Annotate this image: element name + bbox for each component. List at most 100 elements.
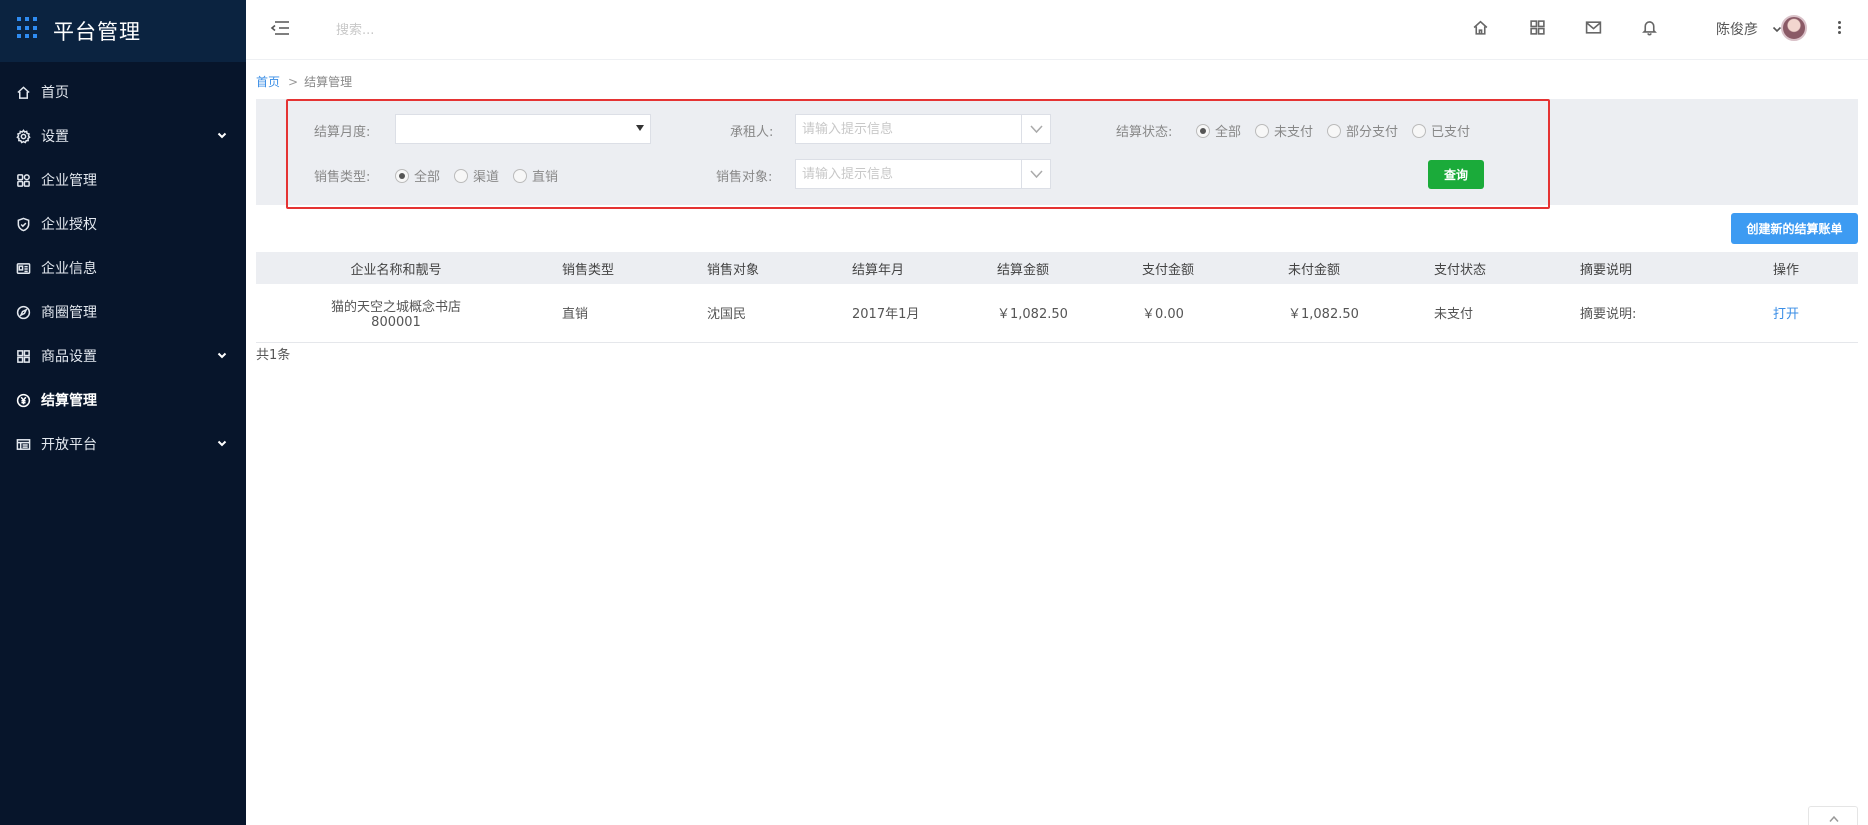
query-button[interactable]: 查询 [1428, 160, 1484, 189]
sidebar-item-label: 商品设置 [41, 349, 97, 365]
app-title: 平台管理 [53, 20, 141, 44]
status-radio-all[interactable]: 全部 [1196, 121, 1241, 140]
chevron-down-icon [1030, 170, 1043, 179]
bell-icon[interactable] [1641, 19, 1659, 37]
sidebar-menu: 首页 设置 企业管理 企业授权 企业信息 商圈管理 商品设置 结算管理 开放平台 [0, 62, 246, 466]
sidebar-item-settlement-management[interactable]: 结算管理 [0, 378, 246, 422]
sale-type-radio-group: 全部 渠道 直销 [395, 166, 572, 185]
radio-dot [513, 168, 528, 183]
sidebar-item-label: 商圈管理 [41, 305, 97, 321]
column-header: 未付金额 [1288, 262, 1341, 278]
chevron-down-icon [216, 437, 228, 449]
radio-label: 已支付 [1431, 125, 1471, 140]
status-radio-unpaid[interactable]: 未支付 [1255, 121, 1313, 140]
tenant-label: 承租人: [730, 125, 774, 140]
id-card-icon [14, 259, 32, 277]
sidebar-item-open-platform[interactable]: 开放平台 [0, 422, 246, 466]
open-link[interactable]: 打开 [1773, 307, 1799, 322]
apps-grid-logo-icon [17, 17, 39, 39]
column-header: 操作 [1772, 262, 1799, 278]
chevron-down-icon [1030, 125, 1043, 134]
avatar[interactable] [1781, 15, 1807, 41]
settle-status-radio-group: 全部 未支付 部分支付 已支付 [1196, 121, 1484, 140]
sidebar-item-label: 企业信息 [41, 261, 97, 277]
chevron-down-icon [216, 129, 228, 141]
chevron-down-icon [216, 349, 228, 361]
app-root: 平台管理 首页 设置 企业管理 企业授权 企业信息 商圈管理 商品设置 结算管理… [0, 0, 1868, 825]
sidebar-item-product-settings[interactable]: 商品设置 [0, 334, 246, 378]
sidebar-item-enterprise-management[interactable]: 企业管理 [0, 158, 246, 202]
back-to-top-button[interactable] [1808, 806, 1858, 825]
settlement-table-wrap: 企业名称和靓号 销售类型 销售对象 结算年月 结算金额 支付金额 未付金额 支付… [256, 252, 1858, 343]
sale-type-radio-all[interactable]: 全部 [395, 166, 440, 185]
compass-icon [14, 303, 32, 321]
create-settlement-bill-button[interactable]: 创建新的结算账单 [1731, 213, 1858, 244]
sidebar-item-business-district[interactable]: 商圈管理 [0, 290, 246, 334]
brand[interactable]: 平台管理 [0, 0, 246, 62]
sale-target-dropdown-button[interactable] [1021, 160, 1050, 188]
sidebar: 平台管理 首页 设置 企业管理 企业授权 企业信息 商圈管理 商品设置 结算管理… [0, 0, 246, 825]
column-header: 结算年月 [852, 262, 905, 278]
sidebar-item-label: 企业管理 [41, 173, 97, 189]
column-header: 支付状态 [1434, 262, 1487, 278]
breadcrumb-current: 结算管理 [304, 75, 353, 89]
status-radio-paid[interactable]: 已支付 [1412, 121, 1470, 140]
radio-label: 未支付 [1274, 125, 1314, 140]
sale-target-label: 销售对象: [716, 170, 773, 185]
radio-label: 直销 [532, 170, 559, 185]
sidebar-item-settings[interactable]: 设置 [0, 114, 246, 158]
table-header-row: 企业名称和靓号 销售类型 销售对象 结算年月 结算金额 支付金额 未付金额 支付… [256, 252, 1858, 284]
radio-dot [1412, 123, 1427, 138]
radio-dot [1255, 123, 1270, 138]
unpaid-amount-cell: ￥1,082.50 [1288, 307, 1359, 323]
radio-label: 全部 [414, 170, 441, 185]
company-name: 猫的天空之城概念书店 [330, 299, 461, 315]
top-header: 陈俊彦 [246, 0, 1868, 60]
mail-icon[interactable] [1585, 19, 1603, 37]
radio-dot [395, 168, 409, 183]
sidebar-item-label: 设置 [41, 129, 69, 145]
column-header: 销售类型 [562, 262, 615, 278]
sidebar-item-label: 结算管理 [41, 393, 97, 409]
breadcrumb-home-link[interactable]: 首页 [256, 75, 280, 89]
pay-status-cell: 未支付 [1434, 307, 1474, 323]
sale-type-radio-channel[interactable]: 渠道 [454, 166, 499, 185]
sidebar-item-enterprise-info[interactable]: 企业信息 [0, 246, 246, 290]
search-input[interactable] [336, 18, 636, 42]
sidebar-item-label: 开放平台 [41, 437, 97, 453]
sale-type-radio-direct[interactable]: 直销 [513, 166, 558, 185]
total-count: 共1条 [256, 348, 291, 363]
home-icon [14, 83, 32, 101]
settle-month-cell: 2017年1月 [852, 307, 920, 323]
paid-amount-cell: ￥0.00 [1142, 307, 1184, 323]
column-header: 销售对象 [707, 262, 760, 278]
radio-label: 部分支付 [1346, 125, 1399, 140]
tenant-input[interactable] [796, 115, 1022, 143]
table-row: 猫的天空之城概念书店 800001 直销 沈国民 2017年1月 ￥1,082.… [256, 284, 1858, 342]
grid-icon [14, 347, 32, 365]
list-icon [14, 435, 32, 453]
user-name[interactable]: 陈俊彦 [1716, 19, 1758, 39]
sale-target-input[interactable] [796, 160, 1022, 188]
more-vertical-icon[interactable] [1836, 19, 1842, 37]
settle-amount-cell: ￥1,082.50 [997, 307, 1068, 323]
settle-month-select[interactable] [395, 114, 651, 144]
collapse-menu-icon[interactable] [270, 19, 290, 37]
status-radio-partial[interactable]: 部分支付 [1327, 121, 1398, 140]
column-header: 结算金额 [997, 262, 1050, 278]
column-header: 摘要说明 [1580, 262, 1633, 278]
sidebar-item-enterprise-authorization[interactable]: 企业授权 [0, 202, 246, 246]
sidebar-item-home[interactable]: 首页 [0, 70, 246, 114]
home-icon[interactable] [1472, 19, 1490, 37]
shield-icon [14, 215, 32, 233]
company-cell: 猫的天空之城概念书店 800001 [256, 284, 536, 342]
tenant-combobox [795, 114, 1051, 144]
breadcrumb: 首页 > 结算管理 [256, 73, 352, 90]
sidebar-item-label: 企业授权 [41, 217, 97, 233]
sale-target-cell: 沈国民 [707, 307, 747, 323]
tenant-dropdown-button[interactable] [1021, 115, 1050, 143]
column-header: 支付金额 [1142, 262, 1195, 278]
summary-cell: 摘要说明: [1580, 307, 1637, 323]
apps-icon[interactable] [1529, 19, 1547, 37]
breadcrumb-separator: > [288, 75, 299, 89]
